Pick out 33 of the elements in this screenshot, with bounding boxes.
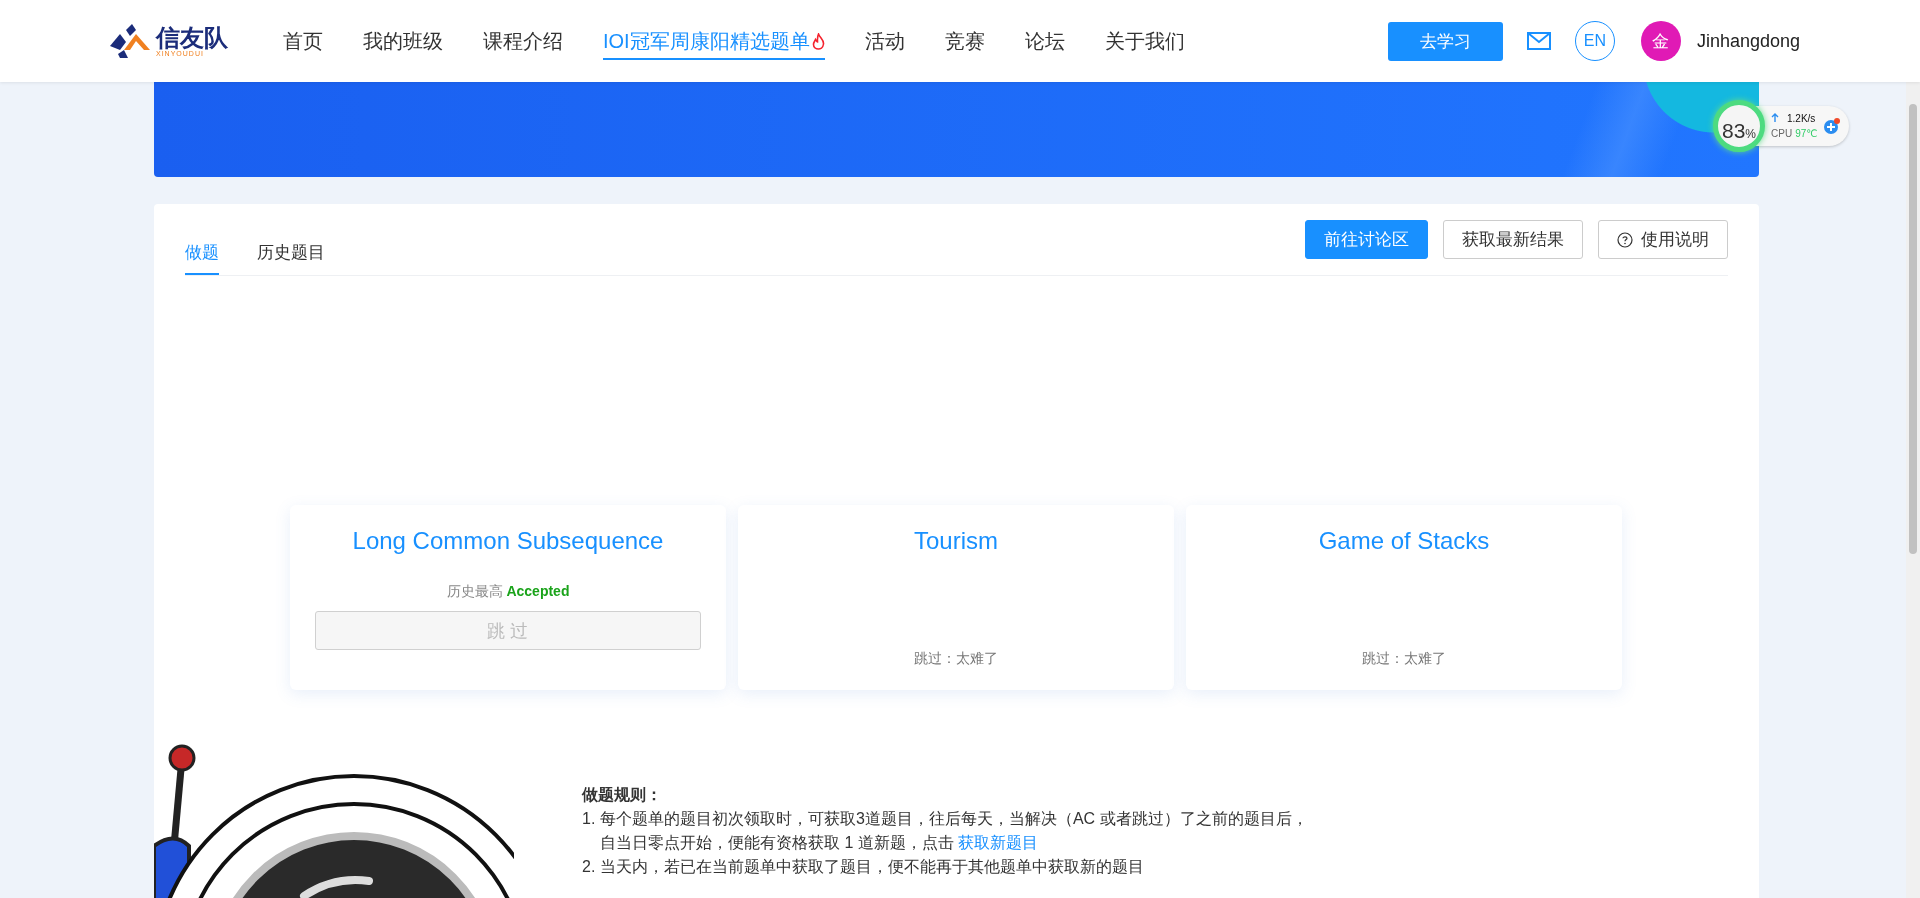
plus-icon[interactable] xyxy=(1823,117,1842,135)
user-avatar[interactable]: 金 xyxy=(1640,21,1681,61)
gauge-unit: % xyxy=(1745,127,1756,141)
rule-number: 2. xyxy=(582,857,597,877)
nav-link[interactable]: 课程介绍 xyxy=(483,26,563,60)
rule-number: 1. xyxy=(582,809,597,829)
memory-gauge[interactable]: 83% xyxy=(1713,100,1765,152)
logo-icon xyxy=(110,24,150,58)
user-name[interactable]: Jinhangdong xyxy=(1696,30,1800,52)
upload-arrow-icon xyxy=(1771,113,1779,122)
rules-heading: 做题规则： xyxy=(582,785,663,805)
gauge-percent: 83 xyxy=(1722,119,1746,143)
nav-link[interactable]: 我的班级 xyxy=(363,26,443,60)
rule-text: 当天内，若已在当前题单中获取了题目，便不能再于其他题单中获取新的题目 xyxy=(600,857,1144,877)
cpu-label: CPU xyxy=(1771,128,1793,139)
network-speed: 1.2K/s xyxy=(1787,113,1816,124)
cpu-temperature: 97℃ xyxy=(1795,128,1818,139)
action-button[interactable]: 获取最新结果 xyxy=(1443,220,1583,259)
rule-text: 每个题单的题目初次领取时，可获取3道题目，往后每天，当解决（AC 或者跳过）了之前的题目后，自当日零点开始，便能有资格获取 1 道新题，点击 获取新题目 xyxy=(600,809,1309,853)
help-icon xyxy=(1617,231,1633,248)
nav-link[interactable]: 首页 xyxy=(283,26,323,60)
tab[interactable]: 历史题目 xyxy=(257,229,325,275)
logo-text: 信友队 xyxy=(156,25,228,50)
action-button[interactable]: 使用说明 xyxy=(1598,220,1728,259)
nav-link[interactable]: 竞赛 xyxy=(944,26,985,60)
nav-link[interactable]: 关于我们 xyxy=(1104,26,1185,60)
nav-link[interactable]: 活动 xyxy=(864,26,905,60)
skip-reason: 跳过：太难了 xyxy=(914,650,998,668)
best-result-text: 历史最高 Accepted xyxy=(446,583,570,601)
scrollbar[interactable] xyxy=(1906,82,1920,898)
skip-reason: 跳过：太难了 xyxy=(1362,650,1446,668)
mail-icon[interactable] xyxy=(1526,32,1551,50)
nav-link[interactable]: 论坛 xyxy=(1024,26,1065,60)
